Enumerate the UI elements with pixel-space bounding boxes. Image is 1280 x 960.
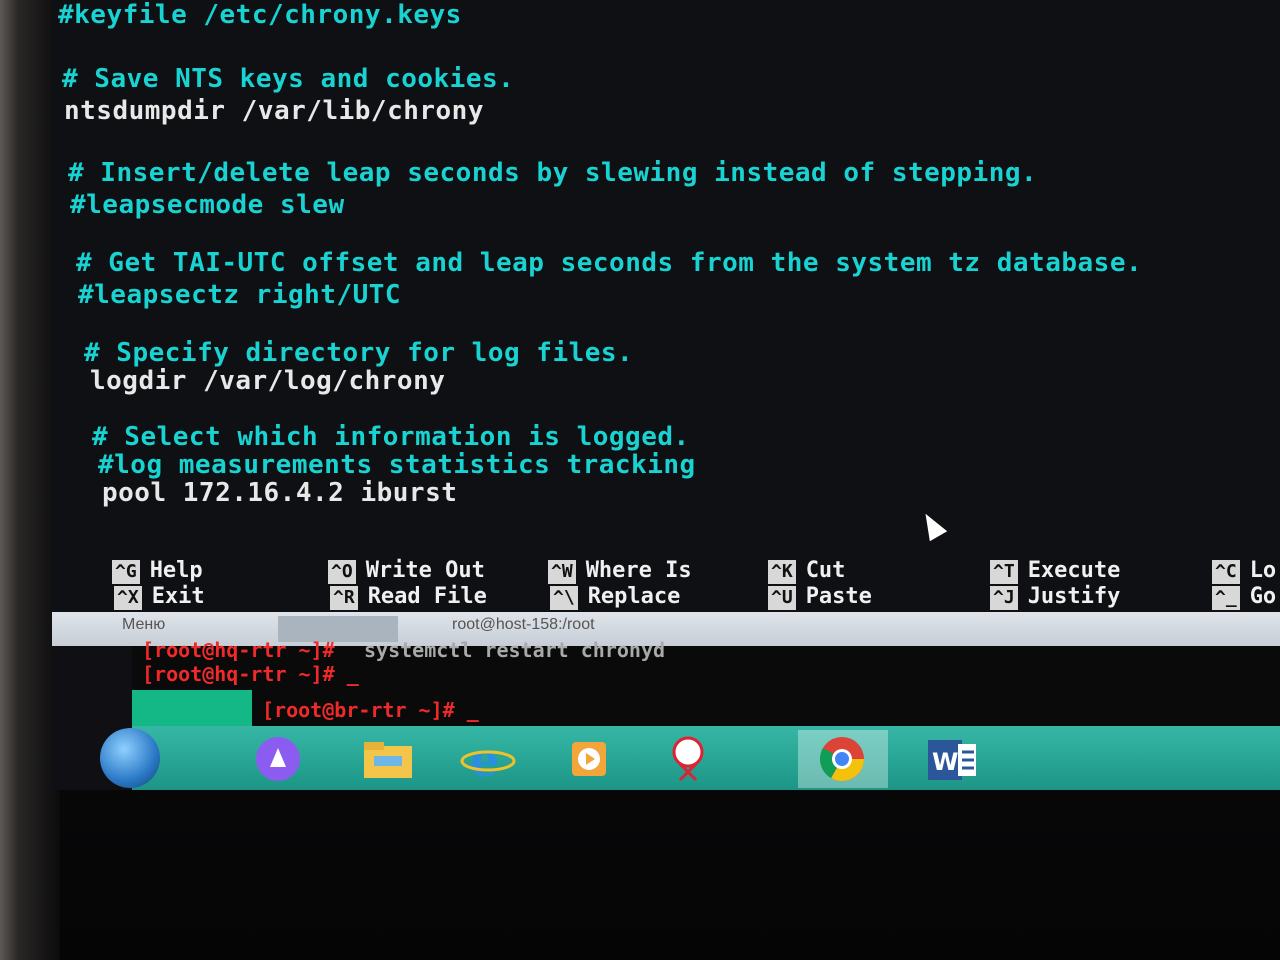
br-prompt[interactable]: [root@br-rtr ~]# _	[262, 698, 479, 722]
screen: #keyfile /etc/chrony.keys # Save NTS key…	[52, 0, 1280, 790]
start-orb-icon[interactable]	[100, 728, 160, 788]
shortcut-exit[interactable]: ^X Exit	[114, 584, 205, 610]
nano-editor[interactable]: #keyfile /etc/chrony.keys # Save NTS key…	[52, 0, 1280, 612]
shortcut-read-file[interactable]: ^R Read File	[330, 584, 487, 610]
hq-prev-prompt: [root@hq-rtr ~]#	[142, 638, 335, 662]
config-line[interactable]: logdir /var/log/chrony	[90, 366, 445, 396]
hq-prev-command: systemctl restart chronyd	[364, 638, 666, 662]
hq-prompt[interactable]: [root@hq-rtr ~]# _	[142, 662, 359, 686]
config-line[interactable]: #keyfile /etc/chrony.keys	[58, 0, 462, 30]
taskbar: e	[132, 726, 1280, 790]
shortcut-replace[interactable]: ^\ Replace	[550, 584, 680, 610]
shortcut-location[interactable]: ^C Lo	[1212, 558, 1276, 584]
internet-explorer-icon[interactable]: e	[458, 733, 518, 787]
config-line[interactable]: #log measurements statistics tracking	[98, 450, 696, 480]
svg-text:e: e	[470, 734, 499, 784]
shortcut-cut[interactable]: ^K Cut	[768, 558, 845, 584]
nano-shortcut-bar: ^G Help ^X Exit ^O Write Out ^R Read File ^W…	[52, 556, 1280, 612]
config-line[interactable]: # Specify directory for log files.	[84, 338, 633, 368]
config-line[interactable]: #leapsectz right/UTC	[78, 280, 401, 310]
hq-rtr-terminal[interactable]: [root@hq-rtr ~]# systemctl restart chron…	[132, 638, 1280, 690]
shortcut-execute[interactable]: ^T Execute	[990, 558, 1120, 584]
alice-assistant-icon[interactable]	[248, 734, 308, 784]
monitor-bezel-left	[0, 0, 60, 960]
shortcut-help[interactable]: ^G Help	[112, 558, 203, 584]
config-line[interactable]: # Save NTS keys and cookies.	[62, 64, 514, 94]
desktop-background	[132, 690, 252, 726]
config-line[interactable]: pool 172.16.4.2 iburst	[102, 478, 457, 508]
word-icon[interactable]: W	[922, 734, 982, 784]
shortcut-justify[interactable]: ^J Justify	[990, 584, 1120, 610]
shortcut-go-to-line[interactable]: ^_ Go	[1212, 584, 1276, 610]
chrome-icon[interactable]	[812, 734, 872, 784]
config-line[interactable]: ntsdumpdir /var/lib/chrony	[64, 96, 484, 126]
config-line[interactable]: #leapsecmode slew	[70, 190, 345, 220]
br-rtr-terminal[interactable]: [root@br-rtr ~]# _	[252, 690, 1280, 726]
media-player-icon[interactable]	[558, 734, 618, 784]
shortcut-paste[interactable]: ^U Paste	[768, 584, 872, 610]
mouse-pointer-icon	[916, 508, 948, 542]
shortcut-write-out[interactable]: ^O Write Out	[328, 558, 485, 584]
svg-text:W: W	[932, 748, 958, 776]
snipping-tool-icon[interactable]	[658, 734, 718, 784]
config-line[interactable]: # Insert/delete leap seconds by slewing …	[68, 158, 1037, 188]
file-explorer-icon[interactable]	[358, 734, 418, 784]
config-line[interactable]: # Get TAI-UTC offset and leap seconds fr…	[76, 248, 1142, 278]
shortcut-where-is[interactable]: ^W Where Is	[548, 558, 692, 584]
config-line[interactable]: # Select which information is logged.	[92, 422, 690, 452]
